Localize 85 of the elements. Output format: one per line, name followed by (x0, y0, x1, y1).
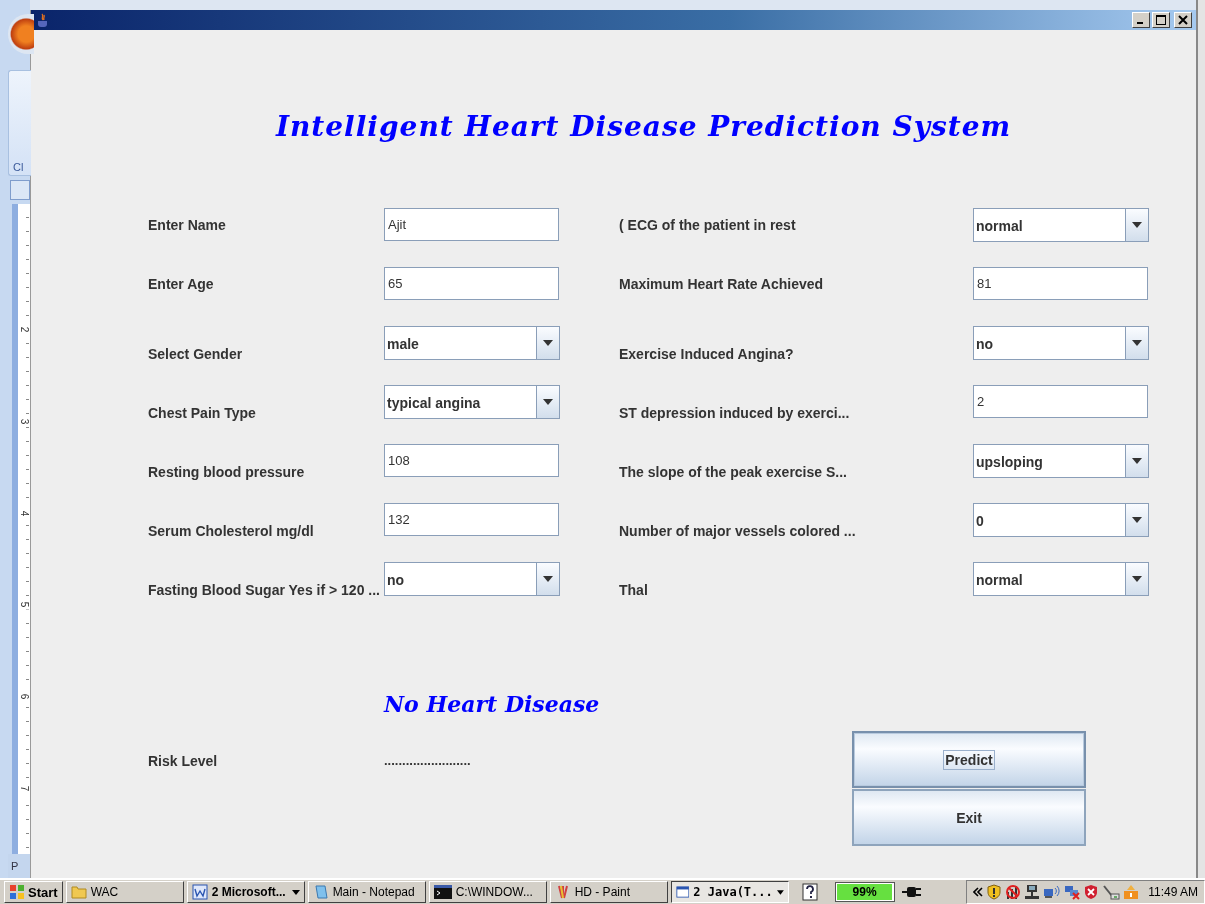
text-field[interactable]: 65 (384, 267, 559, 300)
action-button[interactable]: Predict (852, 731, 1086, 788)
usb-device-icon[interactable] (1102, 884, 1121, 900)
field-label: Maximum Heart Rate Achieved (619, 275, 825, 292)
network-icon[interactable] (1024, 884, 1041, 900)
notepad-icon (312, 884, 329, 900)
ruler-number: 2 (18, 324, 30, 335)
prediction-result: No Heart Disease (382, 691, 601, 717)
dropdown-arrow-icon (542, 338, 554, 347)
ruler-number: 3 (18, 416, 30, 427)
status-text: P (10, 860, 19, 872)
ruler-number: 7 (18, 783, 30, 794)
dropdown[interactable]: male (384, 325, 560, 360)
field-label: Select Gender (148, 345, 244, 362)
wireless-icon[interactable] (1043, 884, 1062, 900)
field-label: The slope of the peak exercise S... (619, 463, 848, 480)
dropdown[interactable]: no (973, 325, 1149, 360)
folder-icon (70, 885, 87, 899)
field-label: Enter Age (148, 275, 215, 292)
ruler-number: 6 (18, 691, 30, 702)
ruler-number: 4 (18, 508, 30, 519)
field-label: ( ECG of the patient in rest (619, 216, 797, 233)
taskbar-button[interactable]: 2 Microsoft... (186, 881, 305, 903)
field-label: Number of major vessels colored ... (619, 522, 857, 539)
taskbar-button[interactable]: Main - Notepad (307, 881, 426, 903)
dropdown-arrow-icon (1131, 574, 1143, 583)
field-label: Fasting Blood Sugar Yes if > 120 ... (148, 581, 381, 598)
dropdown-arrow-icon (1131, 338, 1143, 347)
shield-warning-icon[interactable] (986, 884, 1003, 900)
dropdown-arrow-icon (1131, 515, 1143, 524)
taskbar-button[interactable]: C:\WINDOW... (428, 881, 547, 903)
field-label: ST depression induced by exerci... (619, 404, 851, 421)
field-label: Thal (619, 581, 649, 598)
console-icon (433, 885, 452, 899)
taskbar-button[interactable]: HD - Paint (549, 881, 668, 903)
office-button-icon (8, 14, 34, 54)
maximize-icon (1156, 15, 1166, 25)
minimize-button[interactable] (1132, 12, 1150, 28)
dropdown-arrow-icon (1131, 456, 1143, 465)
document-icon (191, 884, 208, 900)
field-label: Resting blood pressure (148, 463, 306, 480)
shield-icon[interactable] (1083, 884, 1100, 900)
dropdown[interactable]: typical angina (384, 384, 560, 419)
text-field[interactable]: Ajit (384, 208, 559, 241)
dropdown[interactable]: normal (973, 207, 1149, 242)
start-button[interactable]: Start (4, 881, 63, 903)
maximize-button[interactable] (1152, 12, 1170, 28)
tab-stop-icon (10, 180, 30, 200)
taskbar-button[interactable]: 2 Java(T... (670, 881, 789, 903)
dropdown[interactable]: 0 (973, 502, 1149, 537)
risk-value: ........................ (384, 753, 471, 768)
field-label: Serum Cholesterol mg/dl (148, 522, 315, 539)
text-field[interactable]: 2 (973, 385, 1148, 418)
risk-label: Risk Level (148, 753, 219, 769)
action-button[interactable]: Exit (852, 789, 1086, 846)
field-label: Enter Name (148, 216, 227, 233)
power-plug-icon (901, 885, 922, 899)
dropdown[interactable]: no (384, 561, 560, 596)
close-button[interactable] (1174, 12, 1192, 28)
ruler-number: 5 (18, 599, 30, 610)
minimize-icon (1137, 22, 1143, 24)
taskbar-button[interactable]: WAC (65, 881, 184, 903)
field-label: Exercise Induced Angina? (619, 345, 795, 362)
dropdown-arrow-icon (542, 574, 554, 583)
blocked-signal-icon[interactable] (1005, 884, 1022, 900)
text-field[interactable]: 81 (973, 267, 1148, 300)
text-field[interactable]: 108 (384, 444, 559, 477)
dropdown[interactable]: normal (973, 561, 1149, 596)
dropdown[interactable]: upsloping (973, 443, 1149, 478)
ribbon-label: Cl (12, 161, 24, 175)
battery-percent: 99% (851, 884, 878, 901)
close-icon (1178, 15, 1188, 25)
chevron-icon[interactable] (973, 887, 984, 897)
windows-logo-icon (9, 884, 25, 900)
caret-icon (776, 889, 784, 895)
caret-icon (291, 889, 300, 895)
dropdown-arrow-icon (1131, 220, 1143, 229)
help-icon[interactable] (801, 883, 818, 901)
clock: 11:49 AM (1148, 885, 1198, 899)
text-field[interactable]: 132 (384, 503, 559, 536)
window-icon (675, 884, 690, 900)
dropdown-arrow-icon (542, 397, 554, 406)
field-label: Chest Pain Type (148, 404, 257, 421)
disconnected-network-icon[interactable] (1064, 884, 1081, 900)
app-title: Intelligent Heart Disease Prediction System (274, 109, 1013, 145)
